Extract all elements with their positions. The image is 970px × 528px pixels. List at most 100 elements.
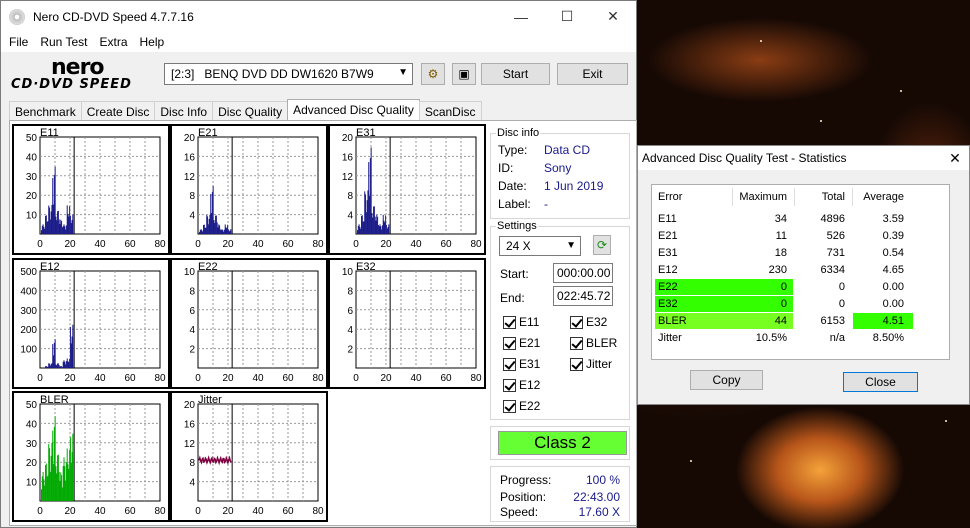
app-icon (9, 8, 25, 25)
checkbox-e21[interactable]: E21 (503, 336, 540, 350)
checkbox-e31[interactable]: E31 (503, 357, 540, 371)
close-icon[interactable]: ✕ (941, 150, 969, 167)
x-tick-label: 80 (470, 373, 482, 384)
menu-run-test[interactable]: Run Test (34, 35, 93, 49)
checkbox-e22[interactable]: E22 (503, 399, 540, 413)
speed-value: 17.60 X (578, 505, 620, 519)
checkbox-e12[interactable]: E12 (503, 378, 540, 392)
table-cell: n/a (829, 332, 845, 344)
speed-select[interactable]: 24 X ▼ (499, 236, 581, 256)
graph-e12: E12 500 400 300 200 100 0 20 40 60 80 (12, 258, 170, 389)
start-button[interactable]: Start (481, 63, 550, 85)
star (690, 460, 692, 462)
y-tick-label: 50 (26, 133, 38, 144)
maximize-icon[interactable]: ☐ (544, 1, 590, 32)
table-cell: 44 (774, 315, 787, 327)
close-icon[interactable]: ✕ (590, 1, 636, 32)
graph-plot: 50 40 30 20 10 0 20 40 60 80 (26, 133, 166, 250)
x-tick-label: 40 (410, 373, 422, 384)
checkbox-e11[interactable]: E11 (503, 315, 539, 329)
x-tick-label: 80 (154, 373, 166, 384)
table-cell: 3.59 (882, 213, 904, 225)
table-cell: 4896 (820, 213, 845, 225)
column-header: Average (863, 191, 904, 203)
drive-select-value: [2:3] BENQ DVD DD DW1620 B7W9 (171, 67, 374, 81)
bar (388, 224, 390, 234)
y-tick-label: 8 (189, 458, 195, 469)
graph-e22: E22 10 8 6 4 2 0 20 40 60 80 (170, 258, 328, 389)
x-tick-label: 60 (282, 506, 294, 517)
checkbox-e32[interactable]: E32 (570, 315, 607, 329)
y-tick-label: 20 (342, 133, 354, 144)
menu-help[interactable]: Help (134, 35, 171, 49)
y-tick-label: 4 (347, 211, 353, 222)
tab-benchmark[interactable]: Benchmark (9, 101, 82, 121)
chevron-down-icon: ▼ (566, 240, 576, 251)
y-tick-label: 30 (26, 439, 38, 450)
x-tick-label: 80 (312, 506, 324, 517)
table-cell: 0.39 (882, 230, 904, 242)
y-tick-label: 10 (26, 478, 38, 489)
x-tick-label: 80 (312, 373, 324, 384)
table-cell: Jitter (658, 332, 682, 344)
drive-settings-button[interactable]: ⚙ (421, 63, 445, 85)
window-title: Nero CD-DVD Speed 4.7.7.16 (33, 9, 194, 24)
table-row: E21 11 526 0.39 (652, 228, 952, 245)
column-header: Maximum (739, 191, 787, 203)
speed-label: Speed: (500, 505, 539, 519)
x-tick-label: 0 (353, 373, 359, 384)
y-tick-label: 4 (189, 211, 195, 222)
drive-select[interactable]: [2:3] BENQ DVD DD DW1620 B7W9 ▼ (164, 63, 413, 85)
exit-button[interactable]: Exit (557, 63, 628, 85)
position-value: 22:43.00 (573, 490, 620, 504)
graph-plot: 1086420 20 40 60 80 (342, 267, 482, 384)
y-tick-label: 100 (20, 345, 37, 356)
x-tick-label: 80 (154, 239, 166, 250)
x-tick-label: 0 (37, 373, 43, 384)
table-cell: 8.50% (872, 332, 904, 344)
y-tick-label: 4 (189, 478, 195, 489)
x-tick-label: 80 (312, 239, 324, 250)
checkbox-label: Jitter (586, 357, 613, 371)
save-button[interactable]: ▣ (452, 63, 476, 85)
y-tick-label: 20 (184, 133, 196, 144)
checkbox-jitter[interactable]: Jitter (570, 357, 612, 371)
checkbox-bler[interactable]: BLER (570, 336, 617, 350)
x-tick-label: 20 (222, 239, 234, 250)
refresh-speed-button[interactable]: ⟳ (593, 235, 611, 255)
copy-button[interactable]: Copy (690, 370, 763, 390)
disc-info-header: Disc info (496, 127, 541, 139)
tab-disc-quality[interactable]: Disc Quality (212, 101, 289, 121)
bar (72, 433, 74, 501)
tab-panel: E11 50 40 30 20 10 0 20 40 60 80 E21 20 16 12 8 4 0 20 40 60… (9, 120, 637, 526)
star (945, 420, 947, 422)
menu-file[interactable]: File (3, 35, 34, 49)
graph-jitter: Jitter 20 16 12 8 4 0 20 40 60 80 (170, 391, 328, 522)
start-field[interactable]: 000:00.00 (553, 263, 613, 283)
tab-create-disc[interactable]: Create Disc (80, 101, 156, 121)
menu-extra[interactable]: Extra (93, 35, 133, 49)
quality-class-badge: Class 2 (498, 431, 627, 455)
star (760, 40, 762, 42)
x-tick-label: 40 (94, 239, 106, 250)
tab-scandisc[interactable]: ScanDisc (418, 101, 482, 121)
x-tick-label: 20 (64, 239, 76, 250)
y-tick-label: 300 (20, 306, 37, 317)
y-tick-label: 8 (189, 191, 195, 202)
table-cell: E11 (658, 213, 677, 225)
table-cell: 0.00 (882, 298, 904, 310)
table-row: E32 0 0 0.00 (652, 296, 952, 313)
floppy-icon: ▣ (458, 67, 470, 81)
tab-advanced-disc-quality[interactable]: Advanced Disc Quality (287, 99, 420, 121)
graph-e31: E31 20 16 12 8 4 0 20 40 60 80 (328, 124, 486, 255)
column-divider (732, 188, 733, 206)
minimize-icon[interactable]: — (498, 1, 544, 32)
end-field[interactable]: 022:45.72 (553, 286, 613, 306)
table-cell: E32 (658, 298, 678, 310)
close-button[interactable]: Close (843, 372, 918, 392)
tab-bar: Benchmark Create Disc Disc Info Disc Qua… (9, 99, 482, 121)
tab-disc-info[interactable]: Disc Info (154, 101, 214, 121)
table-cell: 18 (774, 247, 787, 259)
x-tick-label: 80 (154, 506, 166, 517)
y-tick-label: 50 (26, 400, 38, 411)
